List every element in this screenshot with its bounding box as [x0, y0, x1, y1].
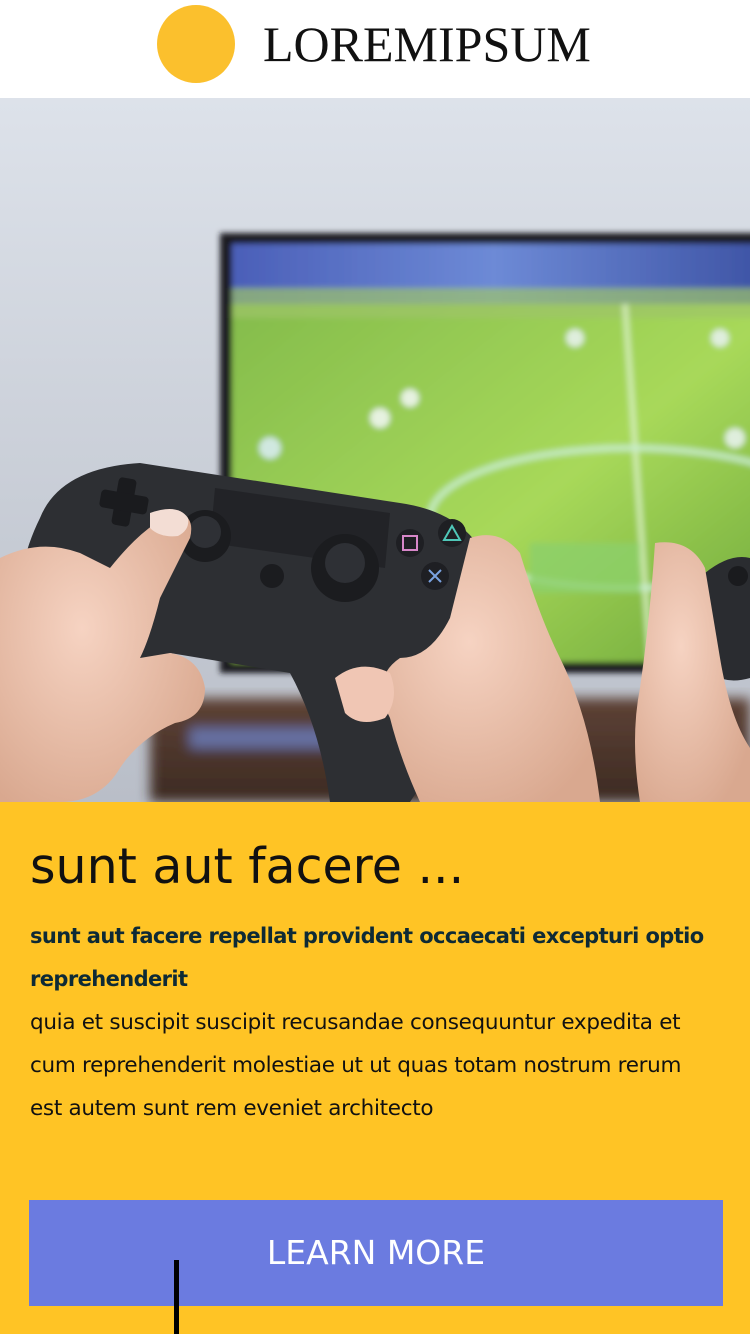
hero-image [0, 98, 750, 802]
card-title: sunt aut facere ... [30, 838, 465, 895]
logo-text[interactable]: LOREMIPSUM [263, 14, 593, 74]
learn-more-button[interactable]: LEARN MORE [29, 1200, 723, 1306]
logo-icon[interactable] [157, 5, 235, 83]
text-cursor [174, 1260, 179, 1334]
card-body-text: quia et suscipit suscipit recusandae con… [30, 1010, 682, 1121]
gamepad-photo-icon [0, 98, 750, 802]
header-bar: LOREMIPSUM [0, 0, 750, 98]
card-subtitle: sunt aut facere repellat provident occae… [30, 924, 704, 991]
